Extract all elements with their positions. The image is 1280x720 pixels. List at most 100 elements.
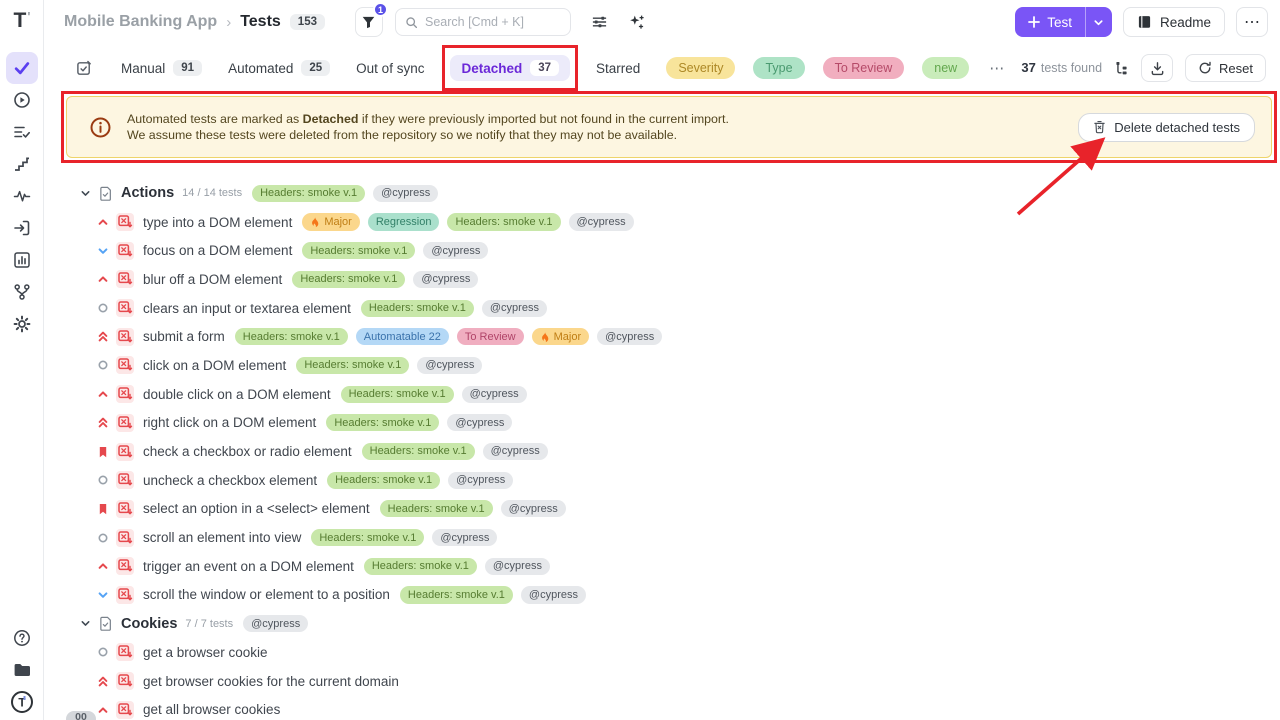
test-row[interactable]: submit a formHeaders: smoke v.1Automatab… (44, 322, 1280, 351)
tag-badge[interactable]: Headers: smoke v.1 (364, 558, 477, 575)
test-row[interactable]: uncheck a checkbox element Headers: smoke… (44, 466, 1280, 495)
export-download-button[interactable] (1141, 54, 1173, 82)
test-row[interactable]: blur off a DOM element Headers: smoke v.1… (44, 265, 1280, 294)
tag-badge[interactable]: @cypress (417, 357, 482, 374)
test-title[interactable]: scroll an element into view (143, 530, 301, 545)
test-row[interactable]: type into a DOM element Major Regression He… (44, 208, 1280, 237)
test-row[interactable]: clears an input or textarea element Heade… (44, 294, 1280, 323)
tag-badge[interactable]: Headers: smoke v.1 (400, 586, 513, 603)
chevron-down-icon[interactable] (80, 618, 91, 629)
sidebar-stairs-icon[interactable] (6, 148, 38, 180)
breadcrumb-project[interactable]: Mobile Banking App (64, 13, 217, 31)
sidebar-play-circle-icon[interactable] (6, 84, 38, 116)
tag-badge[interactable]: Headers: smoke v.1 (327, 472, 440, 489)
sidebar-folder-icon[interactable] (6, 654, 38, 686)
tag-badge[interactable]: Major (532, 328, 590, 345)
test-row[interactable]: right click on a DOM element Headers: smo… (44, 409, 1280, 438)
test-title[interactable]: uncheck a checkbox element (143, 473, 317, 488)
tag-badge[interactable]: Regression (368, 213, 440, 230)
tag-badge[interactable]: Major (302, 213, 360, 230)
filter-tab-automated[interactable]: Automated25 (228, 60, 330, 76)
test-row[interactable]: focus on a DOM elementHeaders: smoke v.1… (44, 236, 1280, 265)
filter-tab-manual[interactable]: Manual91 (121, 60, 202, 76)
filter-tab-detached[interactable]: Detached37 (450, 55, 570, 81)
filter-funnel-button[interactable]: 1 (355, 7, 383, 37)
tag-filter-severity[interactable]: Severity (666, 57, 735, 79)
reset-filters-button[interactable]: Reset (1185, 54, 1266, 82)
tag-badge[interactable]: @cypress (485, 558, 550, 575)
test-title[interactable]: click on a DOM element (143, 358, 286, 373)
folder-row[interactable]: Cookies7 / 7 tests@cypress (44, 609, 1280, 638)
more-filters-button[interactable]: ⋯ (989, 59, 1005, 77)
tag-filter-to-review[interactable]: To Review (823, 57, 905, 79)
sidebar-pulse-icon[interactable] (6, 180, 38, 212)
tag-badge[interactable]: Headers: smoke v.1 (341, 386, 454, 403)
test-title[interactable]: trigger an event on a DOM element (143, 559, 354, 574)
chevron-down-icon[interactable] (80, 188, 91, 199)
sidebar-help-icon[interactable] (6, 622, 38, 654)
test-title[interactable]: select an option in a <select> element (143, 501, 370, 516)
tag-badge[interactable]: @cypress (373, 185, 438, 202)
test-title[interactable]: clears an input or textarea element (143, 301, 351, 316)
tag-badge[interactable]: Headers: smoke v.1 (292, 271, 405, 288)
tag-badge[interactable]: @cypress (243, 615, 308, 632)
tag-badge[interactable]: @cypress (423, 242, 488, 259)
test-title[interactable]: double click on a DOM element (143, 387, 331, 402)
sidebar-import-icon[interactable] (6, 212, 38, 244)
add-test-button[interactable]: Test (1015, 7, 1085, 37)
folder-name[interactable]: Actions (121, 185, 174, 201)
tag-badge[interactable]: Headers: smoke v.1 (296, 357, 409, 374)
test-title[interactable]: right click on a DOM element (143, 415, 316, 430)
tag-badge[interactable]: Headers: smoke v.1 (380, 500, 493, 517)
tag-badge[interactable]: Headers: smoke v.1 (235, 328, 348, 345)
bulk-edit-icon[interactable] (76, 60, 93, 77)
app-logo-icon[interactable]: T' (0, 6, 44, 36)
tag-badge[interactable]: Headers: smoke v.1 (326, 414, 439, 431)
tag-badge[interactable]: Headers: smoke v.1 (362, 443, 475, 460)
test-row[interactable]: get all browser cookies (44, 695, 1280, 720)
tag-filter-new[interactable]: new (922, 57, 969, 79)
sidebar-gear-icon[interactable] (6, 308, 38, 340)
tag-badge[interactable]: @cypress (448, 472, 513, 489)
search-input[interactable]: Search [Cmd + K] (395, 8, 571, 36)
tag-badge[interactable]: Headers: smoke v.1 (252, 185, 365, 202)
tag-badge[interactable]: Headers: smoke v.1 (447, 213, 560, 230)
tag-badge[interactable]: @cypress (447, 414, 512, 431)
sidebar-branch-icon[interactable] (6, 276, 38, 308)
tree-view-icon[interactable] (1114, 61, 1129, 76)
test-row[interactable]: double click on a DOM element Headers: sm… (44, 380, 1280, 409)
test-title[interactable]: focus on a DOM element (143, 243, 292, 258)
tag-badge[interactable]: To Review (457, 328, 524, 345)
add-test-dropdown-button[interactable] (1085, 7, 1112, 37)
test-row[interactable]: scroll the window or element to a positi… (44, 581, 1280, 610)
readme-button[interactable]: Readme (1123, 7, 1225, 37)
test-title[interactable]: get a browser cookie (143, 645, 268, 660)
sidebar-list-check-icon[interactable] (6, 116, 38, 148)
delete-detached-tests-button[interactable]: Delete detached tests (1078, 113, 1255, 142)
test-title[interactable]: type into a DOM element (143, 215, 292, 230)
filter-tab-out-of-sync[interactable]: Out of sync (356, 61, 424, 76)
tag-badge[interactable]: @cypress (521, 586, 586, 603)
sidebar-check-icon[interactable] (6, 52, 38, 84)
test-row[interactable]: check a checkbox or radio elementHeaders… (44, 437, 1280, 466)
test-row[interactable]: get a browser cookie (44, 638, 1280, 667)
folder-name[interactable]: Cookies (121, 616, 177, 632)
tag-badge[interactable]: Headers: smoke v.1 (361, 300, 474, 317)
test-title[interactable]: get all browser cookies (143, 702, 280, 717)
test-row[interactable]: select an option in a <select> element He… (44, 495, 1280, 524)
tag-badge[interactable]: @cypress (432, 529, 497, 546)
tag-badge[interactable]: Headers: smoke v.1 (311, 529, 424, 546)
sidebar-bar-chart-icon[interactable] (6, 244, 38, 276)
tag-badge[interactable]: Automatable 22 (356, 328, 449, 345)
test-row[interactable]: scroll an element into view Headers: smok… (44, 523, 1280, 552)
test-row[interactable]: trigger an event on a DOM element Headers… (44, 552, 1280, 581)
more-options-button[interactable]: ⋯ (1236, 7, 1268, 37)
tune-settings-icon[interactable] (591, 14, 608, 30)
test-title[interactable]: blur off a DOM element (143, 272, 282, 287)
sidebar-profile-logo-icon[interactable]: T (6, 686, 38, 718)
folder-row[interactable]: Actions14 / 14 testsHeaders: smoke v.1@c… (44, 179, 1280, 208)
filter-tab-starred[interactable]: Starred (596, 61, 640, 76)
tag-badge[interactable]: @cypress (597, 328, 662, 345)
tag-filter-type[interactable]: Type (753, 57, 804, 79)
test-row[interactable]: click on a DOM element Headers: smoke v.1… (44, 351, 1280, 380)
